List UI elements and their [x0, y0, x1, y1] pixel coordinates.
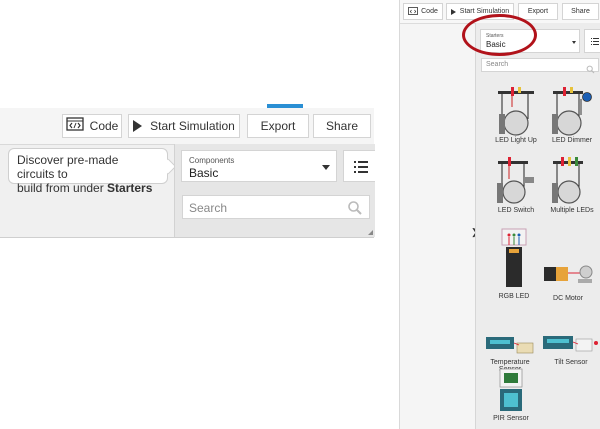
export-button[interactable]: Export	[247, 114, 309, 138]
code-button-small[interactable]: Code	[403, 3, 443, 20]
search-placeholder: Search	[486, 61, 509, 68]
component-temperature-sensor[interactable]: Temperature Sensor	[485, 333, 535, 373]
play-icon	[450, 8, 456, 15]
components-dropdown[interactable]: Components Basic	[181, 150, 337, 182]
code-icon	[66, 116, 84, 136]
zoomed-editor-panel: Code Start Simulation Export Share Disco…	[0, 108, 375, 238]
code-button[interactable]: Code	[62, 114, 122, 138]
component-dc-motor[interactable]: DC Motor	[542, 263, 594, 302]
code-label: Code	[89, 119, 119, 133]
component-multiple-leds[interactable]: Multiple LEDs	[549, 157, 595, 214]
share-button[interactable]: Share	[313, 114, 371, 138]
multiple-leds-thumbnail	[552, 157, 583, 204]
component-label: PIR Sensor	[493, 415, 529, 422]
top-toolbar: Code Start Simulation Export Share	[0, 108, 374, 145]
component-label: RGB LED	[498, 293, 530, 300]
search-input-small[interactable]: Search	[481, 58, 599, 74]
share-label: Share	[571, 8, 590, 15]
temperature-sensor-thumbnail	[486, 337, 534, 354]
tooltip-line-1: Discover pre-made circuits to	[17, 153, 119, 181]
led-dimmer-thumbnail	[552, 87, 592, 136]
component-led-dimmer[interactable]: LED Dimmer	[549, 85, 595, 144]
tilt-sensor-thumbnail	[543, 336, 598, 352]
component-label: LED Dimmer	[551, 137, 593, 144]
search-icon	[347, 200, 363, 221]
component-tilt-sensor[interactable]: Tilt Sensor	[542, 333, 600, 366]
list-view-button-small[interactable]	[584, 29, 600, 53]
led-switch-thumbnail	[497, 157, 534, 204]
start-simulation-button[interactable]: Start Simulation	[128, 114, 240, 138]
starters-sidebar: Starters Basic Search LED Light Up LED D…	[475, 23, 600, 429]
export-button-small[interactable]: Export	[518, 3, 558, 20]
component-pir-sensor[interactable]: PIR Sensor	[493, 367, 529, 422]
export-label: Export	[527, 8, 549, 15]
pir-sensor-thumbnail	[499, 368, 523, 411]
components-dropdown-caption: Components	[189, 156, 235, 165]
chevron-down-icon	[572, 41, 576, 44]
search-input[interactable]: Search	[182, 195, 370, 219]
components-dropdown-value: Basic	[189, 166, 219, 180]
dc-motor-thumbnail	[544, 265, 593, 283]
editor-sidebar-view: Code Start Simulation Export Share ❯ Sta…	[399, 0, 600, 429]
start-simulation-label: Start Simulation	[150, 119, 235, 133]
highlight-circle	[462, 14, 537, 56]
rgb-led-thumbnail	[501, 228, 527, 287]
export-label: Export	[260, 119, 296, 133]
code-label: Code	[421, 8, 438, 15]
led-light-up-thumbnail	[498, 87, 534, 136]
components-sidebar: Components Basic Search	[174, 144, 375, 237]
search-placeholder: Search	[189, 201, 228, 215]
component-led-switch[interactable]: LED Switch	[494, 157, 538, 214]
code-icon	[408, 6, 419, 17]
share-button-small[interactable]: Share	[562, 3, 599, 20]
component-rgb-led[interactable]: RGB LED	[499, 227, 529, 300]
share-label: Share	[325, 119, 359, 133]
starters-tooltip: Discover pre-made circuits to build from…	[8, 148, 168, 195]
resize-grip-icon[interactable]	[368, 230, 373, 235]
component-label: Tilt Sensor	[554, 359, 588, 366]
play-icon	[133, 120, 143, 132]
tooltip-line-2: build from under Starters	[17, 181, 153, 195]
component-label: DC Motor	[553, 295, 583, 302]
search-icon	[586, 61, 595, 79]
list-view-button[interactable]	[343, 150, 375, 182]
chevron-down-icon	[322, 165, 330, 170]
component-label: LED Switch	[497, 207, 535, 214]
component-label: Multiple LEDs	[550, 207, 594, 214]
component-label: LED Light Up	[495, 137, 537, 144]
component-led-light-up[interactable]: LED Light Up	[494, 85, 538, 144]
